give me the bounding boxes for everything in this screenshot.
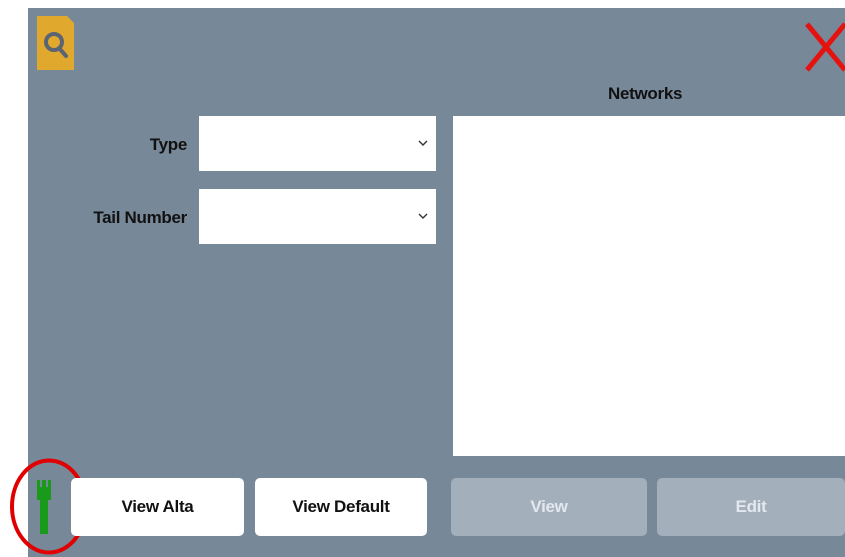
tail-number-select[interactable] [199,189,436,244]
chevron-down-icon [418,140,428,146]
view-default-button[interactable]: View Default [255,478,427,536]
view-button[interactable]: View [451,478,647,536]
chevron-down-icon [418,213,428,219]
tail-number-label: Tail Number [93,208,187,227]
type-label: Type [149,135,188,154]
close-icon[interactable] [804,20,845,72]
view-alta-button[interactable]: View Alta [71,478,244,536]
search-document-icon [37,16,74,70]
type-select[interactable] [199,116,436,171]
networks-list[interactable] [453,116,845,456]
edit-button[interactable]: Edit [657,478,845,536]
networks-label: Networks [608,84,683,103]
